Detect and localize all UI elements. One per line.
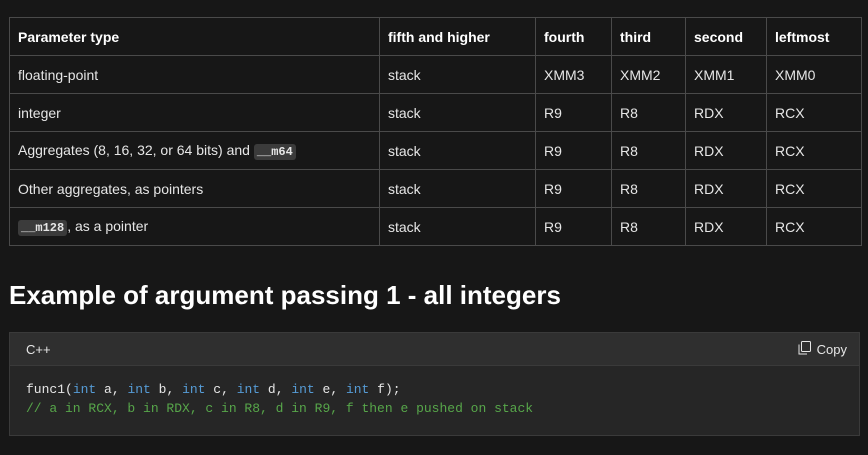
parameter-table-container: Parameter type fifth and higher fourth t… bbox=[9, 17, 862, 246]
cell-type-prefix: Aggregates (8, 16, 32, or 64 bits) and bbox=[18, 142, 254, 158]
header-third: third bbox=[611, 17, 686, 56]
cell-fourth: R9 bbox=[535, 207, 612, 246]
code-token: c, bbox=[205, 382, 237, 397]
cell-type: __m128, as a pointer bbox=[9, 207, 380, 246]
cell-fourth: R9 bbox=[535, 131, 612, 170]
cell-fourth: XMM3 bbox=[535, 55, 612, 94]
table-row: Aggregates (8, 16, 32, or 64 bits) and _… bbox=[9, 131, 862, 170]
table-row: __m128, as a pointer stack R9 R8 RDX RCX bbox=[9, 207, 862, 246]
cell-leftmost: RCX bbox=[766, 169, 862, 208]
code-line-2-comment: // a in RCX, b in RDX, c in R8, d in R9,… bbox=[26, 401, 534, 416]
parameter-table: Parameter type fifth and higher fourth t… bbox=[9, 17, 862, 246]
cell-type: integer bbox=[9, 93, 380, 132]
cell-second: RDX bbox=[685, 131, 767, 170]
inline-code-m64: __m64 bbox=[253, 144, 296, 160]
table-row: floating-point stack XMM3 XMM2 XMM1 XMM0 bbox=[9, 55, 862, 94]
cell-third: R8 bbox=[611, 169, 686, 208]
table-header-row: Parameter type fifth and higher fourth t… bbox=[9, 17, 862, 56]
cell-type: Other aggregates, as pointers bbox=[9, 169, 380, 208]
header-parameter-type: Parameter type bbox=[9, 17, 380, 56]
header-leftmost: leftmost bbox=[766, 17, 862, 56]
cell-second: RDX bbox=[685, 169, 767, 208]
copy-button[interactable]: Copy bbox=[798, 341, 847, 358]
code-token: a, bbox=[96, 382, 128, 397]
header-fourth: fourth bbox=[535, 17, 612, 56]
header-second: second bbox=[685, 17, 767, 56]
code-content: func1(int a, int b, int c, int d, int e,… bbox=[10, 366, 859, 432]
cell-fifth: stack bbox=[379, 207, 536, 246]
code-token: e, bbox=[314, 382, 346, 397]
cell-type: floating-point bbox=[9, 55, 380, 94]
table-row: integer stack R9 R8 RDX RCX bbox=[9, 93, 862, 132]
cell-leftmost: XMM0 bbox=[766, 55, 862, 94]
cell-type: Aggregates (8, 16, 32, or 64 bits) and _… bbox=[9, 131, 380, 170]
cell-second: RDX bbox=[685, 93, 767, 132]
code-token: b, bbox=[150, 382, 183, 397]
code-keyword: int bbox=[72, 382, 97, 397]
code-line-1: func1(int a, int b, int c, int d, int e,… bbox=[26, 380, 843, 399]
cell-leftmost: RCX bbox=[766, 131, 862, 170]
inline-code-m128: __m128 bbox=[18, 220, 68, 236]
code-block-header: C++ Copy bbox=[10, 333, 859, 366]
header-fifth-and-higher: fifth and higher bbox=[379, 17, 536, 56]
code-language-label: C++ bbox=[26, 342, 51, 357]
cell-fifth: stack bbox=[379, 55, 536, 94]
cell-type-suffix: , as a pointer bbox=[67, 218, 149, 234]
code-token: func1( bbox=[26, 382, 73, 397]
cell-second: RDX bbox=[685, 207, 767, 246]
cell-leftmost: RCX bbox=[766, 207, 862, 246]
code-block: C++ Copy func1(int a, int b, int c, int … bbox=[9, 332, 860, 436]
copy-icon bbox=[798, 341, 811, 358]
table-row: Other aggregates, as pointers stack R9 R… bbox=[9, 169, 862, 208]
cell-second: XMM1 bbox=[685, 55, 767, 94]
cell-fourth: R9 bbox=[535, 169, 612, 208]
code-keyword: int bbox=[236, 382, 261, 397]
code-keyword: int bbox=[182, 382, 206, 397]
cell-fifth: stack bbox=[379, 169, 536, 208]
cell-fifth: stack bbox=[379, 131, 536, 170]
code-keyword: int bbox=[345, 382, 370, 397]
cell-fifth: stack bbox=[379, 93, 536, 132]
section-heading: Example of argument passing 1 - all inte… bbox=[9, 280, 561, 310]
cell-third: R8 bbox=[611, 207, 686, 246]
cell-leftmost: RCX bbox=[766, 93, 862, 132]
code-token: f); bbox=[369, 382, 401, 397]
code-token: d, bbox=[260, 382, 292, 397]
cell-third: R8 bbox=[611, 131, 686, 170]
cell-fourth: R9 bbox=[535, 93, 612, 132]
code-keyword: int bbox=[291, 382, 315, 397]
code-keyword: int bbox=[127, 382, 151, 397]
cell-third: XMM2 bbox=[611, 55, 686, 94]
cell-third: R8 bbox=[611, 93, 686, 132]
copy-label: Copy bbox=[816, 342, 847, 357]
